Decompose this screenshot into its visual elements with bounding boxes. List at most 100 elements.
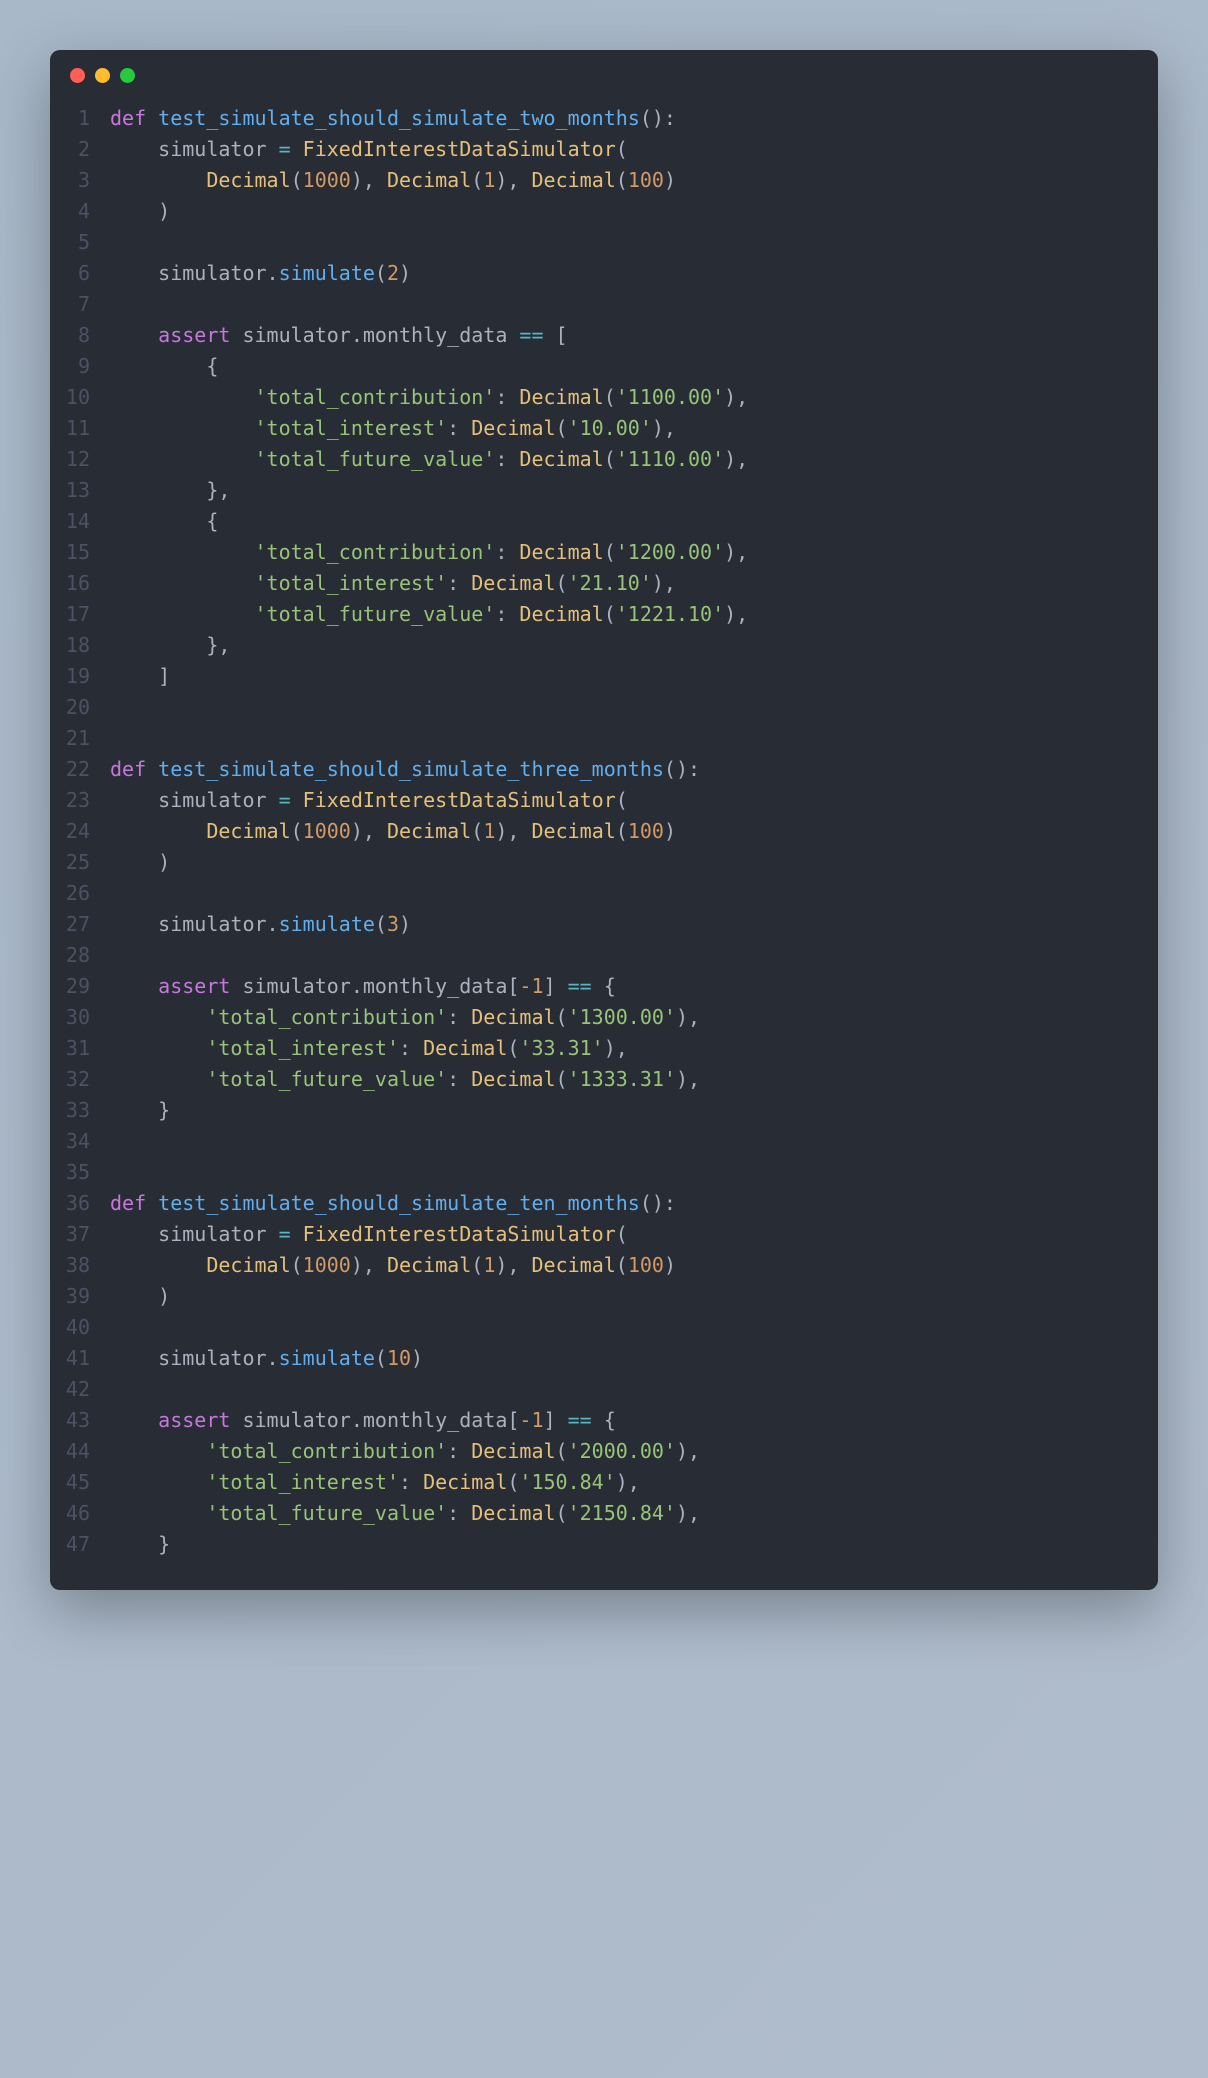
line-number: 37 bbox=[50, 1219, 110, 1250]
line-number: 11 bbox=[50, 413, 110, 444]
code-line: 34 bbox=[50, 1126, 1158, 1157]
line-number: 6 bbox=[50, 258, 110, 289]
code-content: { bbox=[110, 351, 218, 382]
code-content: 'total_interest': Decimal('150.84'), bbox=[110, 1467, 640, 1498]
code-content: assert simulator.monthly_data[-1] == { bbox=[110, 1405, 616, 1436]
line-number: 25 bbox=[50, 847, 110, 878]
code-line: 44 'total_contribution': Decimal('2000.0… bbox=[50, 1436, 1158, 1467]
code-line: 6 simulator.simulate(2) bbox=[50, 258, 1158, 289]
code-area[interactable]: 1def test_simulate_should_simulate_two_m… bbox=[50, 93, 1158, 1590]
code-content: simulator = FixedInterestDataSimulator( bbox=[110, 785, 628, 816]
code-content: }, bbox=[110, 475, 230, 506]
code-line: 4 ) bbox=[50, 196, 1158, 227]
line-number: 28 bbox=[50, 940, 110, 971]
code-content: } bbox=[110, 1095, 170, 1126]
code-line: 41 simulator.simulate(10) bbox=[50, 1343, 1158, 1374]
code-content: 'total_future_value': Decimal('1221.10')… bbox=[110, 599, 748, 630]
line-number: 24 bbox=[50, 816, 110, 847]
code-content: 'total_contribution': Decimal('1200.00')… bbox=[110, 537, 748, 568]
code-line: 28 bbox=[50, 940, 1158, 971]
code-line: 22def test_simulate_should_simulate_thre… bbox=[50, 754, 1158, 785]
close-icon[interactable] bbox=[70, 68, 85, 83]
line-number: 35 bbox=[50, 1157, 110, 1188]
window-titlebar bbox=[50, 50, 1158, 93]
code-content: 'total_interest': Decimal('10.00'), bbox=[110, 413, 676, 444]
code-line: 13 }, bbox=[50, 475, 1158, 506]
line-number: 1 bbox=[50, 103, 110, 134]
code-line: 7 bbox=[50, 289, 1158, 320]
code-line: 2 simulator = FixedInterestDataSimulator… bbox=[50, 134, 1158, 165]
code-line: 10 'total_contribution': Decimal('1100.0… bbox=[50, 382, 1158, 413]
line-number: 45 bbox=[50, 1467, 110, 1498]
code-line: 5 bbox=[50, 227, 1158, 258]
code-content: 'total_interest': Decimal('33.31'), bbox=[110, 1033, 628, 1064]
code-line: 21 bbox=[50, 723, 1158, 754]
maximize-icon[interactable] bbox=[120, 68, 135, 83]
code-content: ) bbox=[110, 1281, 170, 1312]
code-line: 26 bbox=[50, 878, 1158, 909]
code-line: 1def test_simulate_should_simulate_two_m… bbox=[50, 103, 1158, 134]
code-line: 47 } bbox=[50, 1529, 1158, 1560]
line-number: 5 bbox=[50, 227, 110, 258]
line-number: 38 bbox=[50, 1250, 110, 1281]
code-content: def test_simulate_should_simulate_two_mo… bbox=[110, 103, 676, 134]
code-line: 18 }, bbox=[50, 630, 1158, 661]
line-number: 47 bbox=[50, 1529, 110, 1560]
line-number: 2 bbox=[50, 134, 110, 165]
line-number: 40 bbox=[50, 1312, 110, 1343]
line-number: 16 bbox=[50, 568, 110, 599]
code-content: Decimal(1000), Decimal(1), Decimal(100) bbox=[110, 1250, 676, 1281]
line-number: 4 bbox=[50, 196, 110, 227]
line-number: 13 bbox=[50, 475, 110, 506]
line-number: 8 bbox=[50, 320, 110, 351]
line-number: 17 bbox=[50, 599, 110, 630]
minimize-icon[interactable] bbox=[95, 68, 110, 83]
line-number: 3 bbox=[50, 165, 110, 196]
code-line: 36def test_simulate_should_simulate_ten_… bbox=[50, 1188, 1158, 1219]
code-content: } bbox=[110, 1529, 170, 1560]
code-line: 15 'total_contribution': Decimal('1200.0… bbox=[50, 537, 1158, 568]
code-line: 32 'total_future_value': Decimal('1333.3… bbox=[50, 1064, 1158, 1095]
code-line: 46 'total_future_value': Decimal('2150.8… bbox=[50, 1498, 1158, 1529]
line-number: 34 bbox=[50, 1126, 110, 1157]
line-number: 22 bbox=[50, 754, 110, 785]
line-number: 12 bbox=[50, 444, 110, 475]
code-content: ] bbox=[110, 661, 170, 692]
line-number: 19 bbox=[50, 661, 110, 692]
code-content: assert simulator.monthly_data[-1] == { bbox=[110, 971, 616, 1002]
code-content: assert simulator.monthly_data == [ bbox=[110, 320, 568, 351]
line-number: 29 bbox=[50, 971, 110, 1002]
code-line: 37 simulator = FixedInterestDataSimulato… bbox=[50, 1219, 1158, 1250]
line-number: 32 bbox=[50, 1064, 110, 1095]
code-line: 27 simulator.simulate(3) bbox=[50, 909, 1158, 940]
code-content: 'total_contribution': Decimal('1100.00')… bbox=[110, 382, 748, 413]
line-number: 20 bbox=[50, 692, 110, 723]
line-number: 9 bbox=[50, 351, 110, 382]
code-content: { bbox=[110, 506, 218, 537]
line-number: 10 bbox=[50, 382, 110, 413]
code-content: Decimal(1000), Decimal(1), Decimal(100) bbox=[110, 816, 676, 847]
code-line: 16 'total_interest': Decimal('21.10'), bbox=[50, 568, 1158, 599]
line-number: 27 bbox=[50, 909, 110, 940]
line-number: 26 bbox=[50, 878, 110, 909]
code-line: 38 Decimal(1000), Decimal(1), Decimal(10… bbox=[50, 1250, 1158, 1281]
line-number: 42 bbox=[50, 1374, 110, 1405]
code-line: 11 'total_interest': Decimal('10.00'), bbox=[50, 413, 1158, 444]
code-content: def test_simulate_should_simulate_ten_mo… bbox=[110, 1188, 676, 1219]
code-line: 42 bbox=[50, 1374, 1158, 1405]
code-content: 'total_future_value': Decimal('2150.84')… bbox=[110, 1498, 700, 1529]
code-content: 'total_interest': Decimal('21.10'), bbox=[110, 568, 676, 599]
code-content: simulator.simulate(3) bbox=[110, 909, 411, 940]
line-number: 15 bbox=[50, 537, 110, 568]
line-number: 39 bbox=[50, 1281, 110, 1312]
line-number: 44 bbox=[50, 1436, 110, 1467]
code-content: 'total_contribution': Decimal('1300.00')… bbox=[110, 1002, 700, 1033]
code-line: 20 bbox=[50, 692, 1158, 723]
line-number: 18 bbox=[50, 630, 110, 661]
line-number: 14 bbox=[50, 506, 110, 537]
code-line: 39 ) bbox=[50, 1281, 1158, 1312]
line-number: 31 bbox=[50, 1033, 110, 1064]
code-line: 31 'total_interest': Decimal('33.31'), bbox=[50, 1033, 1158, 1064]
code-content: 'total_future_value': Decimal('1110.00')… bbox=[110, 444, 748, 475]
code-content: ) bbox=[110, 196, 170, 227]
